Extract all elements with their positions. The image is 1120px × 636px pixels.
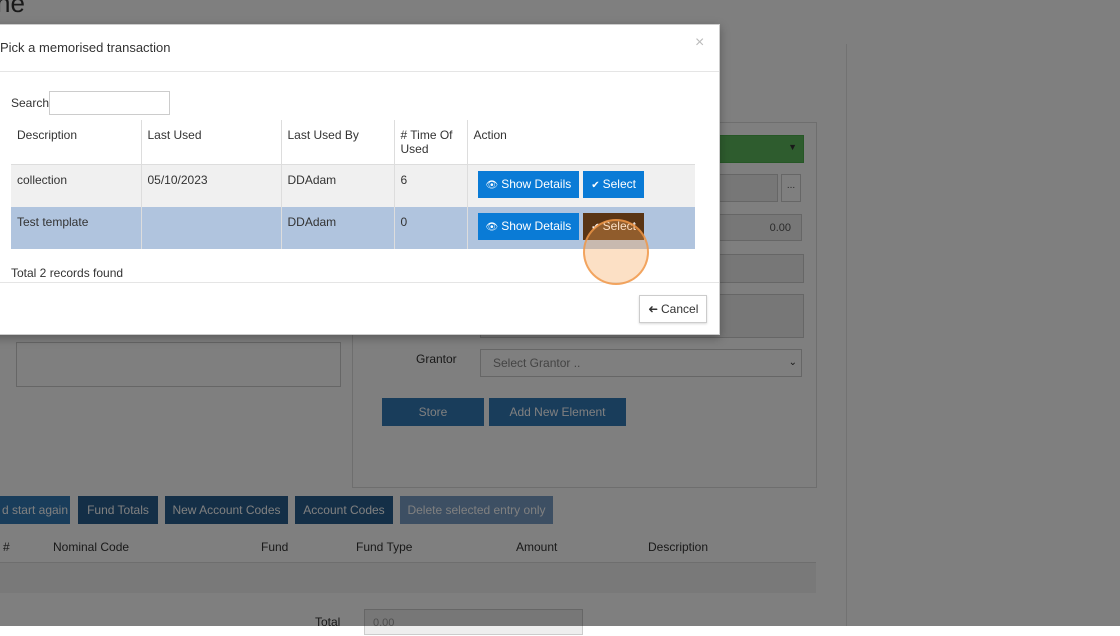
table-row-selected[interactable]: Test template DDAdam 0 👁 Show Details ✔ Sel… (11, 206, 695, 249)
show-details-button[interactable]: 👁 Show Details (477, 212, 580, 240)
col-description[interactable]: Description (11, 120, 142, 165)
check-icon: ✔ (591, 180, 600, 191)
arrow-circle-left-icon: ➜ (647, 302, 658, 316)
col-action: Action (473, 128, 507, 142)
cell-description: collection (11, 164, 142, 207)
modal-title: Pick a memorised transaction (0, 40, 171, 55)
search-input[interactable] (49, 91, 170, 115)
cancel-button[interactable]: ➜ Cancel (639, 295, 707, 323)
check-icon: ✔ (591, 221, 600, 233)
eye-icon: 👁 (485, 180, 499, 191)
cancel-label: Cancel (661, 302, 699, 316)
cell-last-used: 05/10/2023 (141, 164, 282, 207)
close-icon[interactable]: × (695, 34, 704, 52)
select-button[interactable]: ✔ Select (583, 171, 644, 198)
select-label: Select (602, 177, 636, 191)
show-details-label: Show Details (501, 218, 572, 233)
cell-actions: 👁 Show Details ✔ Select (467, 207, 695, 249)
memorised-transaction-modal: Pick a memorised transaction × Search: D… (0, 24, 720, 335)
show-details-label: Show Details (501, 177, 572, 191)
cell-actions: 👁 Show Details ✔ Select (467, 165, 695, 207)
cell-description: Test template (11, 206, 142, 249)
eye-icon: 👁 (485, 221, 499, 233)
modal-header: Pick a memorised transaction × (0, 25, 719, 72)
select-label: Select (602, 218, 636, 233)
col-last-used-by[interactable]: Last Used By (281, 120, 395, 165)
search-label: Search: (11, 96, 53, 110)
memorised-transactions-table: Description Last Used Last Used By # Tim… (11, 120, 695, 249)
cell-last-used-by: DDAdam (281, 164, 395, 207)
total-records-text: Total 2 records found (11, 266, 124, 280)
cell-last-used (141, 206, 282, 249)
select-button[interactable]: ✔ Select (583, 212, 644, 240)
table-header-row: Description Last Used Last Used By # Tim… (11, 120, 695, 165)
col-times-used[interactable]: # Time Of Used (394, 120, 468, 165)
cell-last-used-by: DDAdam (281, 206, 395, 249)
modal-footer: ➜ Cancel (0, 282, 719, 335)
show-details-button[interactable]: 👁 Show Details (477, 171, 580, 198)
table-row[interactable]: collection 05/10/2023 DDAdam 6 👁 Show Det… (11, 164, 695, 207)
cell-times-used: 0 (394, 206, 468, 249)
col-last-used[interactable]: Last Used (141, 120, 282, 165)
cell-times-used: 6 (394, 164, 468, 207)
